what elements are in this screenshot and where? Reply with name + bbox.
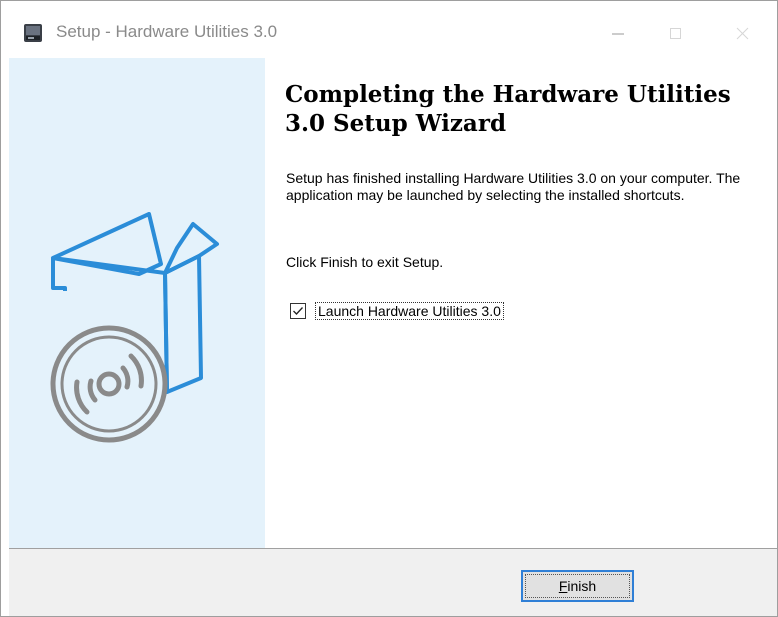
close-icon <box>736 27 749 40</box>
completion-description: Setup has finished installing Hardware U… <box>286 170 741 203</box>
setup-app-icon <box>23 23 43 43</box>
maximize-button[interactable] <box>658 13 702 47</box>
close-button[interactable] <box>721 13 765 47</box>
software-box-with-disc-icon <box>50 212 219 443</box>
launch-checkbox[interactable] <box>290 303 306 319</box>
page-title: Completing the Hardware Utilities 3.0 Se… <box>285 81 731 137</box>
maximize-icon <box>670 28 681 39</box>
minimize-button[interactable] <box>601 13 645 47</box>
checkmark-icon <box>293 307 303 315</box>
finish-label-rest: inish <box>567 578 597 594</box>
wizard-side-panel <box>9 58 265 548</box>
window-title: Setup - Hardware Utilities 3.0 <box>56 22 278 41</box>
wizard-footer: Finish <box>9 549 777 616</box>
wizard-content: Completing the Hardware Utilities 3.0 Se… <box>265 58 777 548</box>
setup-window: Setup - Hardware Utilities 3.0 Completin… <box>0 0 778 617</box>
exit-instruction: Click Finish to exit Setup. <box>286 254 444 270</box>
title-bar[interactable]: Setup - Hardware Utilities 3.0 <box>1 1 777 57</box>
minimize-icon <box>612 33 624 35</box>
finish-button[interactable]: Finish <box>521 570 634 602</box>
launch-checkbox-label[interactable]: Launch Hardware Utilities 3.0 <box>315 302 504 320</box>
